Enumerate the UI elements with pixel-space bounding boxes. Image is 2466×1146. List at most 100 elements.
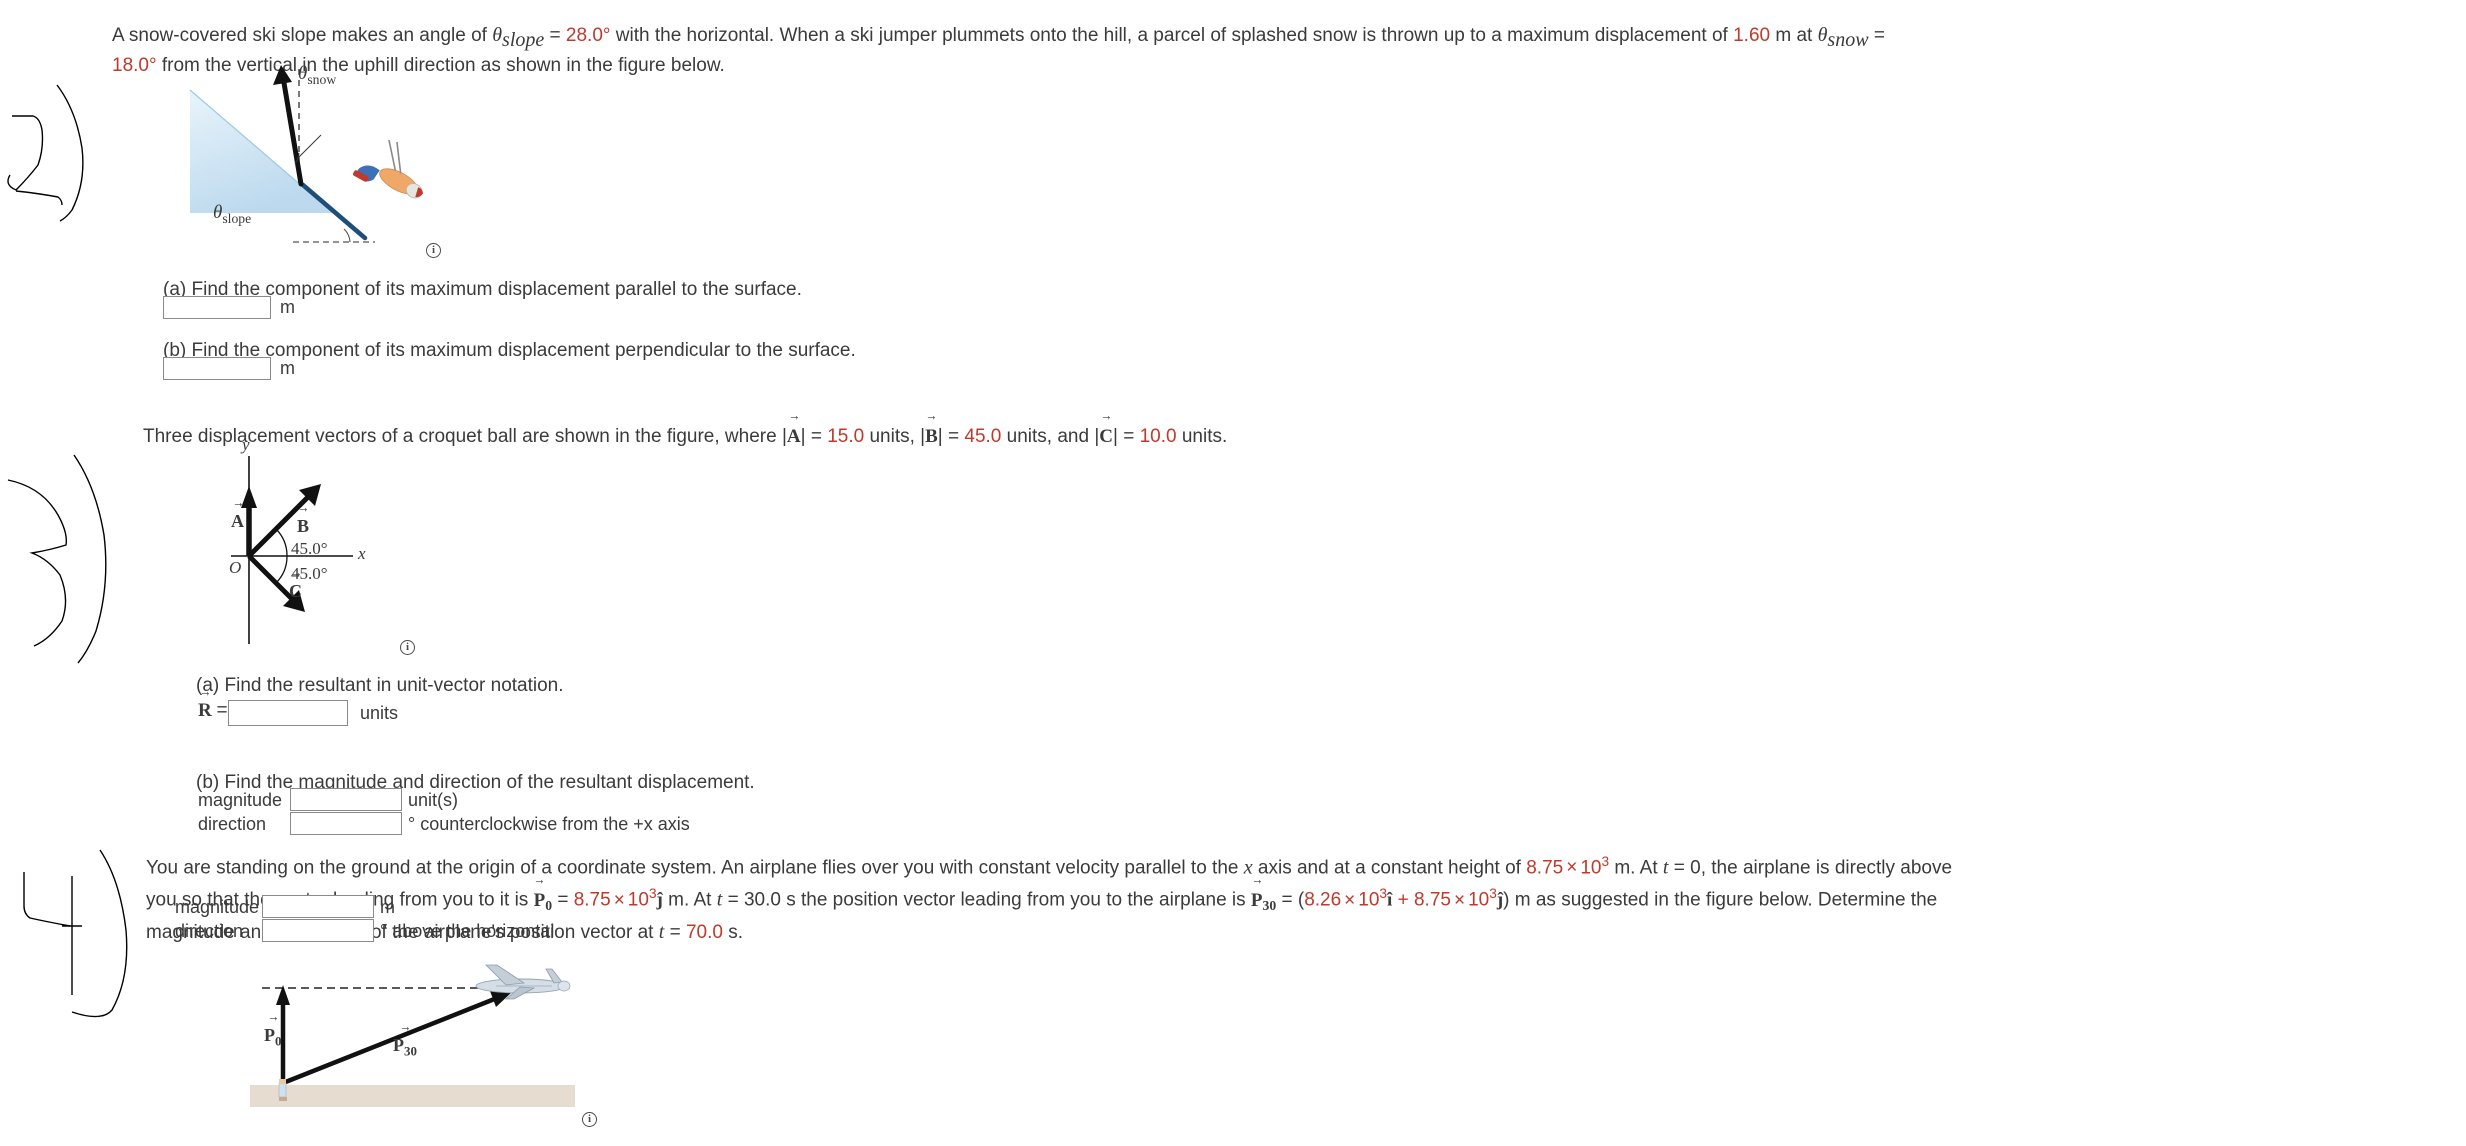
fig1-theta-slope-subscript: slope: [222, 210, 252, 226]
p3-text-1: You are standing on the ground at the or…: [146, 857, 1244, 879]
problem2-magnitude-unit: unit(s): [408, 789, 458, 812]
fig1-theta-slope-symbol: θ: [213, 202, 223, 223]
problem1-part-a-input[interactable]: [163, 296, 271, 319]
p3-text-8: = (: [1276, 889, 1305, 911]
problem2-magnitude-input[interactable]: [290, 788, 402, 811]
problem3-magnitude-input[interactable]: [262, 895, 374, 918]
problem2-magnitude-label: magnitude: [198, 789, 282, 812]
vecC-text: C: [289, 581, 302, 601]
displacement-value: 1.60: [1733, 25, 1771, 46]
magnitude-C-value: 10.0: [1139, 426, 1177, 447]
p30x-exponent: 3: [1379, 886, 1388, 902]
direction-label-text: direction: [175, 921, 244, 941]
time-final-value: 70.0: [685, 922, 723, 944]
fig2-y-axis-label: y: [242, 435, 250, 455]
fig2-vector-B-label: B: [297, 516, 309, 537]
y-label-text: y: [242, 435, 250, 454]
margin-scribble-1: [7, 84, 84, 222]
angle-snow-value: 18.0°: [112, 54, 157, 76]
magnitude-B-value: 45.0: [964, 426, 1002, 447]
fig2-vector-A-label: A: [231, 511, 244, 532]
magnitude-label-text: magnitude: [175, 897, 260, 917]
fig3-vector-P0-label: P0: [264, 1025, 281, 1050]
times-sign-3: ×: [1344, 889, 1356, 911]
magnitude-label-text: magnitude: [198, 790, 283, 810]
info-icon-glyph: i: [405, 641, 410, 653]
fig1-theta-snow-label: θsnow: [298, 63, 336, 88]
problem1-part-b-input[interactable]: [163, 357, 271, 380]
magnitude-A-value: 15.0: [827, 426, 865, 447]
p30y-base: 10: [1468, 889, 1490, 911]
problem3-direction-label: direction: [175, 920, 243, 943]
p1-eq-1: =: [544, 25, 566, 46]
p30x-mantissa: 8.26: [1304, 889, 1342, 911]
origin-label-text: O: [229, 558, 242, 577]
fig1-theta-slope-label: θslope: [213, 202, 251, 227]
problem2-direction-unit: ° counterclockwise from the +x axis: [408, 813, 690, 836]
fig2-origin-label: O: [229, 558, 241, 578]
vector-P0-symbol: P: [534, 888, 546, 914]
p1-eq-2: =: [1868, 25, 1885, 46]
unit-text: m: [280, 358, 295, 378]
p30y-exponent: 3: [1489, 886, 1497, 902]
p2-text-4: | =: [937, 426, 965, 447]
p2-text-5: units, and |: [1001, 426, 1100, 447]
fig2-vector-C-label: C: [289, 581, 302, 602]
vecA-text: A: [231, 511, 244, 531]
vector-P30-symbol: P: [1251, 888, 1263, 914]
vecB-text: B: [297, 516, 310, 536]
unit-text: ° counterclockwise from the +x axis: [408, 814, 690, 834]
x-label-text: x: [358, 544, 366, 563]
vecP0-text: P: [264, 1025, 275, 1045]
vecP0-subscript: 0: [275, 1033, 282, 1049]
croquet-vector-figure: y x O A B C 45.0° 45.0°: [225, 435, 465, 653]
fig3-vector-P30-label: P30: [393, 1035, 417, 1060]
problem2-resultant-input[interactable]: [228, 700, 348, 726]
theta-slope-subscript: slope: [502, 28, 545, 51]
unit-text: m: [380, 897, 395, 917]
p0-exponent: 3: [648, 886, 657, 902]
part-a-prompt-text: (a) Find the resultant in unit-vector no…: [196, 675, 564, 696]
p2-text-7: units.: [1176, 426, 1228, 447]
p3-text-7: = 30.0 s the position vector leading fro…: [722, 889, 1251, 911]
p30y-mantissa: 8.75: [1413, 889, 1451, 911]
figure3-info-icon[interactable]: i: [582, 1112, 597, 1127]
problem2-part-a-prompt: (a) Find the resultant in unit-vector no…: [196, 673, 564, 699]
figure1-info-icon[interactable]: i: [426, 243, 441, 258]
p0-mantissa: 8.75: [573, 889, 611, 911]
problem3-magnitude-label: magnitude: [175, 896, 259, 919]
p2-text-6: | =: [1113, 426, 1140, 447]
times-sign-4: ×: [1453, 889, 1466, 911]
problem2-direction-input[interactable]: [290, 812, 402, 835]
p2-text-2: | =: [800, 426, 828, 447]
figure2-info-icon[interactable]: i: [400, 640, 415, 655]
airplane-figure: P0 P30: [250, 955, 590, 1120]
unit-text: m: [280, 297, 295, 317]
info-icon-glyph: i: [587, 1113, 592, 1125]
height-base: 10: [1580, 857, 1602, 879]
p2-text-1: Three displacement vectors of a croquet …: [143, 426, 787, 447]
fig2-x-axis-label: x: [358, 544, 366, 564]
problem3-magnitude-unit: m: [380, 896, 395, 919]
problem2-direction-label: direction: [198, 813, 266, 836]
unit-text: ° above the horizontal: [380, 921, 555, 941]
p30x-base: 10: [1358, 889, 1380, 911]
vecP30-subscript: 30: [404, 1043, 417, 1059]
problem3-direction-input[interactable]: [262, 919, 374, 942]
p3-text-5: =: [552, 889, 574, 911]
problem2-resultant-symbol: R =: [198, 700, 228, 722]
resultant-vector-symbol: R: [198, 700, 212, 722]
p1-text-2: with the horizontal. When a ski jumper p…: [610, 25, 1734, 46]
problem2-resultant-unit: units: [360, 702, 398, 725]
height-mantissa: 8.75: [1526, 857, 1564, 879]
problem1-part-a-unit: m: [280, 296, 295, 319]
unit-text: units: [360, 703, 399, 723]
unit-text: unit(s): [408, 790, 459, 810]
height-exponent: 3: [1601, 854, 1610, 869]
problem2-statement: Three displacement vectors of a croquet …: [143, 424, 1943, 450]
p3-text-11: s.: [722, 922, 743, 944]
times-sign-2: ×: [613, 889, 625, 911]
plus-sign: +: [1392, 889, 1414, 911]
vector-P30-subscript: 30: [1262, 898, 1277, 914]
angle-upper-text: 45.0°: [291, 539, 328, 558]
